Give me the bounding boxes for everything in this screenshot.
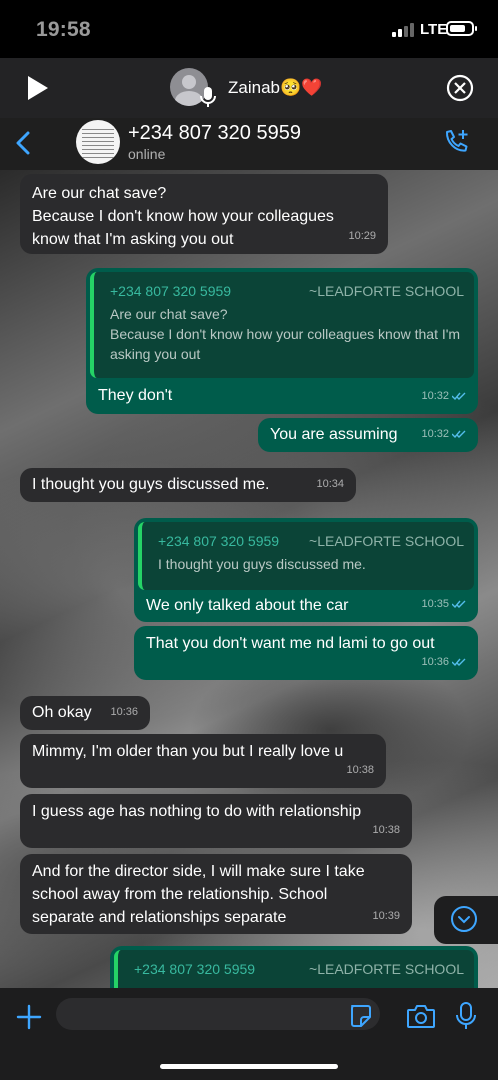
message-outgoing[interactable]: +234 807 320 5959 ~LEADFORTE SCHOOL — [110, 946, 478, 988]
contact-status: online — [128, 146, 166, 162]
message-text: Are our chat save? Because I don't know … — [32, 185, 334, 248]
message-text: We only talked about the car — [146, 597, 349, 614]
microphone-icon[interactable] — [456, 1001, 476, 1031]
message-text: I thought you guys discussed me. — [32, 476, 270, 493]
message-time: 10:36 — [421, 651, 466, 674]
quote-source: ~LEADFORTE SCHOOL — [309, 961, 464, 977]
back-icon[interactable] — [14, 131, 32, 155]
status-time: 19:58 — [36, 18, 91, 41]
message-incoming[interactable]: Are our chat save? Because I don't know … — [20, 174, 388, 254]
read-receipt-icon — [452, 600, 466, 609]
read-receipt-icon — [452, 430, 466, 439]
quote-sender: +234 807 320 5959 — [110, 283, 232, 299]
microphone-badge-icon — [200, 87, 216, 107]
message-outgoing[interactable]: You are assuming 10:32 — [258, 418, 478, 452]
voice-note-sender: Zainab🥺❤️ — [228, 78, 323, 97]
message-time: 10:29 — [348, 230, 376, 242]
message-text: That you don't want me nd lami to go out — [146, 635, 435, 652]
sticker-icon[interactable] — [348, 1004, 372, 1028]
quote-text: Are our chat save? Because I don't know … — [110, 306, 461, 362]
read-receipt-icon — [452, 658, 466, 667]
message-input[interactable] — [56, 998, 380, 1030]
close-icon[interactable] — [446, 74, 474, 102]
message-outgoing[interactable]: +234 807 320 5959 ~LEADFORTE SCHOOL Are … — [86, 268, 478, 414]
quote-sender: +234 807 320 5959 — [134, 961, 256, 977]
signal-icon — [392, 23, 416, 37]
message-text: And for the director side, I will make s… — [32, 863, 365, 926]
quote-source: ~LEADFORTE SCHOOL — [309, 533, 464, 549]
home-indicator — [160, 1064, 338, 1069]
message-time: 10:38 — [372, 824, 400, 836]
quote-text: I thought you guys discussed me. — [158, 556, 366, 572]
message-time: 10:38 — [346, 764, 374, 776]
message-text: You are assuming — [270, 426, 398, 443]
battery-icon — [446, 21, 477, 36]
message-text: They don't — [98, 387, 173, 404]
quote-source: ~LEADFORTE SCHOOL — [309, 283, 464, 299]
read-receipt-icon — [452, 392, 466, 401]
message-outgoing[interactable]: +234 807 320 5959 ~LEADFORTE SCHOOL I th… — [134, 518, 478, 622]
quoted-message[interactable]: +234 807 320 5959 ~LEADFORTE SCHOOL I th… — [138, 522, 474, 590]
message-text: Mimmy, I'm older than you but I really l… — [32, 743, 344, 760]
quoted-message[interactable]: +234 807 320 5959 ~LEADFORTE SCHOOL Are … — [90, 272, 474, 378]
status-bar: 19:58 LTE — [0, 0, 498, 58]
message-time: 10:32 — [421, 423, 466, 446]
chat-area[interactable]: Are our chat save? Because I don't know … — [0, 170, 498, 988]
message-time: 10:36 — [110, 706, 138, 718]
play-icon[interactable] — [28, 76, 48, 100]
message-text: I guess age has nothing to do with relat… — [32, 803, 362, 820]
chevron-down-icon — [451, 906, 477, 932]
add-call-icon[interactable] — [442, 128, 470, 156]
message-incoming[interactable]: I guess age has nothing to do with relat… — [20, 794, 412, 848]
message-outgoing[interactable]: That you don't want me nd lami to go out… — [134, 626, 478, 680]
contact-avatar[interactable] — [76, 120, 120, 164]
message-time: 10:39 — [372, 910, 400, 922]
message-incoming[interactable]: And for the director side, I will make s… — [20, 854, 412, 934]
quoted-message[interactable]: +234 807 320 5959 ~LEADFORTE SCHOOL — [114, 950, 474, 988]
quote-sender: +234 807 320 5959 — [158, 533, 280, 549]
message-incoming[interactable]: Oh okay 10:36 — [20, 696, 150, 730]
message-incoming[interactable]: I thought you guys discussed me. 10:34 — [20, 468, 356, 502]
contact-name[interactable]: +234 807 320 5959 — [128, 122, 301, 145]
network-label: LTE — [420, 21, 448, 38]
camera-icon[interactable] — [406, 1003, 436, 1029]
message-time: 10:34 — [316, 478, 344, 490]
message-time: 10:32 — [421, 385, 466, 408]
message-time: 10:35 — [421, 593, 466, 616]
plus-icon[interactable] — [16, 1004, 42, 1030]
scroll-to-bottom-button[interactable] — [434, 896, 498, 944]
message-text: Oh okay — [32, 704, 92, 721]
message-incoming[interactable]: Mimmy, I'm older than you but I really l… — [20, 734, 386, 788]
